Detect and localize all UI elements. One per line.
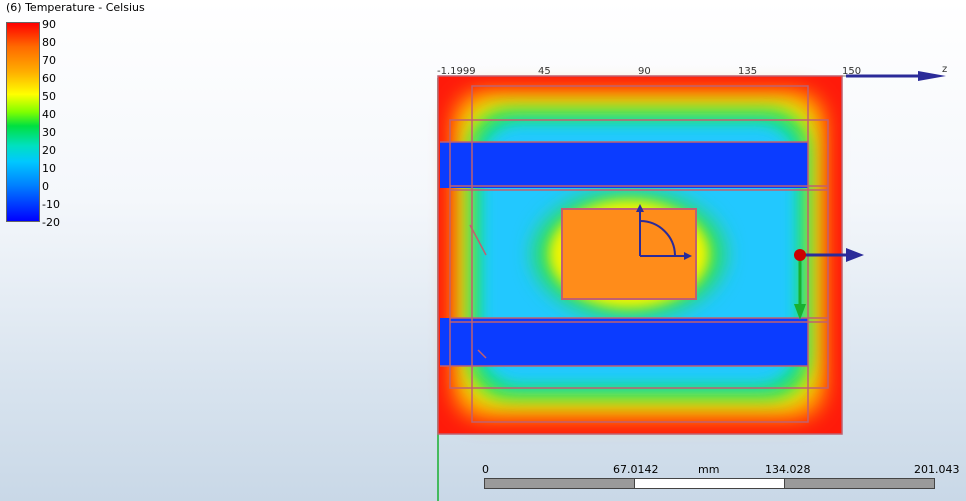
scale-label: 201.043: [914, 463, 960, 476]
scale-label: 0: [482, 463, 489, 476]
scale-bar: [484, 478, 935, 489]
thermal-model-viewport[interactable]: [0, 0, 966, 501]
scale-label: 67.0142: [613, 463, 659, 476]
z-axis-arrow-icon: [918, 71, 946, 81]
scale-label: 134.028: [765, 463, 811, 476]
scale-unit: mm: [698, 463, 720, 476]
